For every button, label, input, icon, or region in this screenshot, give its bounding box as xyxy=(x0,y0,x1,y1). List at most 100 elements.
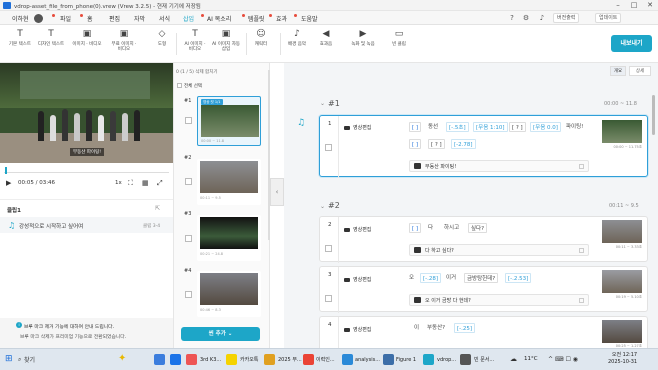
word-token[interactable]: [ ? ] xyxy=(509,122,526,132)
word-token[interactable]: 하시고 xyxy=(444,223,459,233)
word-token[interactable]: 동선 xyxy=(428,122,438,132)
tool-free-image-video[interactable]: ▣ 무료 이미지 · 비디오 xyxy=(109,30,139,53)
scene-checkbox[interactable] xyxy=(185,235,192,242)
word-token[interactable]: 파이팅! xyxy=(566,122,583,132)
tool-bgm[interactable]: ♪ 배경 음악 xyxy=(286,30,308,48)
fullscreen-icon[interactable]: ⤢ xyxy=(157,179,163,188)
tool-sound-effect[interactable]: ◀ 효과음 xyxy=(318,30,334,48)
taskbar-app[interactable]: 빈 문서... xyxy=(474,353,494,367)
taskbar-app[interactable]: 3rd K3... xyxy=(200,353,221,367)
word-token[interactable]: [ ? ] xyxy=(428,139,445,149)
clip-checkbox[interactable] xyxy=(325,144,332,151)
menu-user-name[interactable]: 이하현 xyxy=(12,14,29,23)
tool-shape[interactable]: ◇ 도형 xyxy=(154,30,170,48)
menu-file[interactable]: 파일 xyxy=(60,14,71,23)
grid-icon[interactable]: ▦ xyxy=(142,179,149,187)
word-token[interactable]: 오 xyxy=(409,273,414,283)
file-explorer-icon[interactable] xyxy=(154,354,165,365)
tool-basic-text[interactable]: T 기본 텍스트 xyxy=(6,30,34,48)
silence-token[interactable]: [무음 1:10] xyxy=(473,122,508,132)
word-token[interactable]: 다 xyxy=(428,223,433,233)
pause-token[interactable]: [-.2.53] xyxy=(505,273,532,283)
menu-template[interactable]: 템플릿 xyxy=(248,14,265,23)
silence-token[interactable]: [무음 0.0] xyxy=(530,122,561,132)
minimize-icon[interactable]: – xyxy=(612,1,624,10)
editor-scrollbar[interactable] xyxy=(652,95,655,135)
subtitle-line[interactable]: 다 하고 싶다? xyxy=(409,244,589,256)
word-token[interactable]: 이 xyxy=(414,323,419,333)
taskbar-search[interactable]: 찾기 xyxy=(24,355,35,364)
python-icon[interactable] xyxy=(383,354,394,365)
vscode-icon[interactable] xyxy=(342,354,353,365)
tool-ai-image-video[interactable]: T AI 이미지 · 비디오 xyxy=(182,30,208,53)
clip-checkbox[interactable] xyxy=(325,245,332,252)
clip-checkbox[interactable] xyxy=(325,295,332,302)
widget-icon[interactable]: ✦ xyxy=(118,353,126,364)
subtitle-checkbox[interactable] xyxy=(579,248,584,253)
subtitle-line[interactable]: 오 이거 금방 다 헌데? xyxy=(409,294,589,306)
tab-detail[interactable]: 상세 xyxy=(629,66,651,76)
export-button[interactable]: 내보내기 xyxy=(611,35,652,52)
folder-icon[interactable] xyxy=(264,354,275,365)
tool-empty-clip[interactable]: ▭ 빈 클립 xyxy=(390,30,408,48)
menu-edit[interactable]: 편집 xyxy=(109,14,120,23)
taskbar-app[interactable]: 2025 부... xyxy=(278,353,302,367)
word-token[interactable]: 이거 xyxy=(446,273,456,283)
scene-thumb-card[interactable]: 00:11 ~ 9.5 xyxy=(197,159,261,205)
pause-token[interactable]: [-.25] xyxy=(454,323,476,333)
scene-checkbox[interactable] xyxy=(185,117,192,124)
taskbar-app[interactable]: 이력인... xyxy=(316,353,335,367)
menu-home[interactable]: 홈 xyxy=(87,14,93,23)
word-token[interactable]: 금방탕헌데? xyxy=(464,273,499,283)
clip-card[interactable]: 2 영상편집 [ ] 다 하시고 싶다? 다 하고 싶다? 00:11 ~ 3.… xyxy=(319,216,648,263)
menu-ai-voice[interactable]: AI 목소리 xyxy=(207,14,231,23)
external-link-icon[interactable]: ⇱ xyxy=(155,205,160,212)
clip-card[interactable]: 3 영상편집 오 [-.28] 이거 금방탕헌데? [-.2.53] 오 이거 … xyxy=(319,266,648,313)
subtitle-checkbox[interactable] xyxy=(579,164,584,169)
collapse-panel-button[interactable]: ‹ xyxy=(270,178,284,206)
browser-icon[interactable] xyxy=(170,354,181,365)
speed-button[interactable]: 1x xyxy=(115,180,122,186)
word-token[interactable]: [ ] xyxy=(409,139,422,149)
search-icon[interactable]: ⌕ xyxy=(18,356,21,364)
scene-checkbox[interactable] xyxy=(185,291,192,298)
tool-image-video[interactable]: ▣ 이미지 · 비디오 xyxy=(70,30,104,48)
taskbar-clock[interactable]: 오전 12:17 2025-10-31 xyxy=(608,352,637,366)
add-scene-button[interactable]: 씬 추가 ⌄ xyxy=(181,327,260,341)
menu-subtitle[interactable]: 자막 xyxy=(134,14,145,23)
clip-info-row[interactable]: ♫ 강성적으로 시작하고 싶어여 클립 3-4 xyxy=(0,217,173,233)
clip-card[interactable]: 1 영상편집 [ ] 동선 [-.5초] [무음 1:10] [ ? ] [무음… xyxy=(319,115,648,178)
windows-start-icon[interactable]: ⊞ xyxy=(5,354,13,364)
scene-thumb-card[interactable]: 영상 컷 1/1 00:00 ~ 11.8 xyxy=(197,96,261,146)
pause-token[interactable]: [-2.78] xyxy=(451,139,476,149)
word-token[interactable]: 부동산? xyxy=(427,323,445,333)
word-token[interactable]: [ ] xyxy=(409,122,422,132)
menu-effect[interactable]: 효과 xyxy=(276,14,287,23)
scrub-bar[interactable] xyxy=(0,163,173,177)
word-token[interactable]: 싶다? xyxy=(468,223,488,233)
play-icon[interactable]: ▶ xyxy=(6,179,11,187)
taskbar-app[interactable]: 카카오톡 xyxy=(240,353,258,367)
tool-ai-image-auto[interactable]: ▣ AI 이미지 자동 삽입 xyxy=(212,30,240,53)
word-token[interactable]: [ ] xyxy=(409,223,422,233)
thumb-scrollbar[interactable] xyxy=(268,70,270,240)
taskbar-app[interactable]: vdrop... xyxy=(437,353,456,367)
scrub-handle[interactable] xyxy=(5,167,7,174)
settings-icon[interactable]: ⚙ xyxy=(522,14,530,22)
vrew-icon[interactable] xyxy=(423,354,434,365)
user-avatar-icon[interactable] xyxy=(34,14,43,23)
tab-overview[interactable]: 개요 xyxy=(610,66,626,76)
bell-icon[interactable]: ♪ xyxy=(538,14,546,22)
chevron-down-icon[interactable]: ⌄ xyxy=(320,203,325,210)
update-button[interactable]: 업데이트 xyxy=(595,13,622,23)
video-preview[interactable]: 부동산 파이팅! xyxy=(0,63,173,163)
scene-checkbox[interactable] xyxy=(185,178,192,185)
crop-icon[interactable]: ⛶ xyxy=(128,179,133,188)
select-all-checkbox[interactable] xyxy=(177,83,182,88)
kakaotalk-icon[interactable] xyxy=(226,354,237,365)
tool-record[interactable]: ▶ 녹화 및 녹음 xyxy=(348,30,378,48)
tool-design-text[interactable]: T 디자인 텍스트 xyxy=(36,30,66,48)
maximize-icon[interactable]: □ xyxy=(628,1,640,10)
tray-icons[interactable]: ^ ⌨ ☐ ◉ xyxy=(548,356,578,363)
taskbar-app[interactable]: analysis... xyxy=(355,353,380,367)
